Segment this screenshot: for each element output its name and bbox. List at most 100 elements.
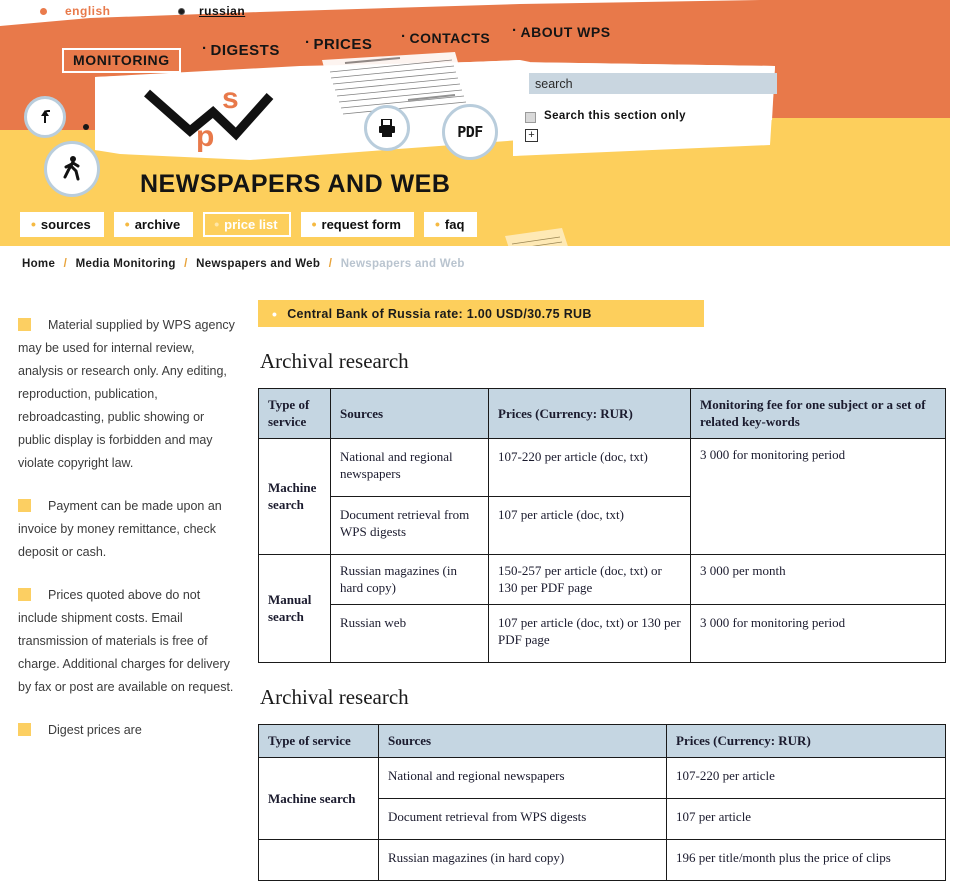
search-expand-icon[interactable]: + [525,129,538,142]
bullet-icon: · [401,28,407,45]
cell-source: Russian web [330,604,489,663]
back-arrow-glyph [41,110,50,123]
subnav-item-faq[interactable]: • faq [423,212,478,237]
topnav-label-about-wps: ABOUT WPS [520,24,611,40]
subnav-label-request-form: request form [321,217,401,232]
search-section-checkbox[interactable] [525,112,536,123]
cell-source: Document retrieval from WPS digests [330,496,489,555]
bullet-square-icon [18,588,31,601]
language-dot-russian [178,8,185,15]
cell-service-manual-search: Manual search [258,554,331,663]
bullet-icon: • [311,216,317,232]
cell-price: 107-220 per article (doc, txt) [488,438,691,497]
language-link-english[interactable]: english [65,4,111,18]
topnav-label-prices: PRICES [313,36,373,53]
topnav-item-prices[interactable]: · PRICES [305,34,372,53]
col-header-prices: Prices (Currency: RUR) [488,388,691,439]
svg-text:s: s [222,82,239,115]
bullet-icon: · [305,34,311,51]
pedestrian-icon[interactable] [44,141,100,197]
table-row: Manual search Russian magazines (in hard… [258,554,946,663]
topnav-label-contacts: CONTACTS [409,30,491,46]
bullet-icon: · [202,40,208,57]
col-header-sources: Sources [330,388,489,439]
subnav-label-archive: archive [134,217,181,232]
cell-price: 150-257 per article (doc, txt) or 130 pe… [488,554,691,605]
subnav-label-faq: faq [444,217,465,232]
topnav-item-about-wps[interactable]: · ABOUT WPS [512,22,611,40]
cell-fee: 3 000 for monitoring period [690,438,946,555]
topnav-item-contacts[interactable]: · CONTACTS [401,28,490,46]
price-table-archival: Type of service Sources Prices (Currency… [258,724,946,881]
subnav-item-request-form[interactable]: • request form [300,212,414,237]
notes-column: Material supplied by WPS agency may be u… [18,314,236,762]
cell-source: Document retrieval from WPS digests [378,798,667,840]
cell-service-empty [258,839,379,881]
table-row: Machine search National and regional new… [258,438,946,555]
subnav-item-archive[interactable]: • archive [113,212,194,237]
language-switcher[interactable]: english russian [0,0,950,22]
note-text: Payment can be made upon an invoice by m… [18,499,222,559]
subnav-item-price-list[interactable]: • price list [203,212,291,237]
exchange-rate-text: Central Bank of Russia rate: 1.00 USD/30… [287,306,592,321]
price-table-monitoring: Type of service Sources Prices (Currency… [258,388,946,663]
main-column: • Central Bank of Russia rate: 1.00 USD/… [258,300,950,881]
cell-fee: 3 000 for monitoring period [690,604,946,663]
note-item: Prices quoted above do not include shipm… [18,584,236,699]
breadcrumb-item-home[interactable]: Home [22,258,55,270]
breadcrumb-separator: / [63,258,68,270]
page-title: NEWSPAPERS AND WEB [140,170,451,198]
subnav-item-sources[interactable]: • sources [20,212,104,237]
cell-service-machine-search: Machine search [258,438,331,555]
svg-text:p: p [196,120,214,153]
printer-glyph [379,119,395,137]
back-arrow-icon[interactable] [24,96,66,138]
bullet-icon: • [124,216,130,232]
table-row: Russian magazines (in hard copy) 196 per… [258,839,946,881]
subnav: • sources • archive • price list • request f… [20,212,478,237]
note-text: Digest prices are [48,723,142,737]
table-row: Machine search National and regional new… [258,757,946,840]
section-title-archival-research-2: Archival research [260,685,409,709]
language-link-russian[interactable]: russian [199,4,245,18]
bullet-icon: • [31,216,36,232]
subnav-label-price-list: price list [224,217,278,232]
pedestrian-glyph [63,156,80,181]
printer-icon[interactable] [364,105,410,151]
topnav-item-digests[interactable]: · DIGESTS [202,40,280,59]
cell-source: National and regional newspapers [378,757,667,799]
note-item: Material supplied by WPS agency may be u… [18,314,236,475]
breadcrumb-item-newspapers-and-web[interactable]: Newspapers and Web [196,258,320,270]
cell-price: 107-220 per article [666,757,946,799]
bullet-square-icon [18,318,31,331]
cell-source: Russian magazines (in hard copy) [330,554,489,605]
topnav-label-digests: DIGESTS [210,42,280,59]
section-title-archival-research-1: Archival research [260,349,409,373]
cell-source: National and regional newspapers [330,438,489,497]
search-input[interactable] [529,73,777,94]
topnav-label-monitoring: MONITORING [73,52,170,68]
breadcrumb-separator: / [184,258,188,270]
table-header-row: Type of service Sources Prices (Currency… [258,724,946,758]
cell-price: 107 per article [666,798,946,840]
col-header-type-of-service: Type of service [258,724,379,758]
cell-price: 107 per article (doc, txt) or 130 per PD… [488,604,691,663]
cell-price: 196 per title/month plus the price of cl… [666,839,946,881]
bullet-icon: • [214,216,220,232]
table-row: Russian web 107 per article (doc, txt) o… [259,604,946,663]
site-header: s p english russian MONITORING · DIGESTS … [0,0,950,248]
note-text: Prices quoted above do not include shipm… [18,588,234,694]
pdf-label: PDF [457,123,483,141]
pdf-icon[interactable]: PDF [442,104,498,160]
exchange-rate-banner: • Central Bank of Russia rate: 1.00 USD/… [258,300,704,327]
subnav-label-sources: sources [40,217,91,232]
note-text: Material supplied by WPS agency may be u… [18,318,235,470]
col-header-type-of-service: Type of service [258,388,331,439]
breadcrumb-item-current: Newspapers and Web [340,258,465,270]
note-item: Payment can be made upon an invoice by m… [18,495,236,564]
breadcrumb-item-media-monitoring[interactable]: Media Monitoring [76,258,176,270]
col-header-sources: Sources [378,724,667,758]
search-section-checkbox-label: Search this section only [544,110,686,122]
col-header-prices: Prices (Currency: RUR) [666,724,946,758]
topnav-item-monitoring[interactable]: MONITORING [62,48,181,73]
